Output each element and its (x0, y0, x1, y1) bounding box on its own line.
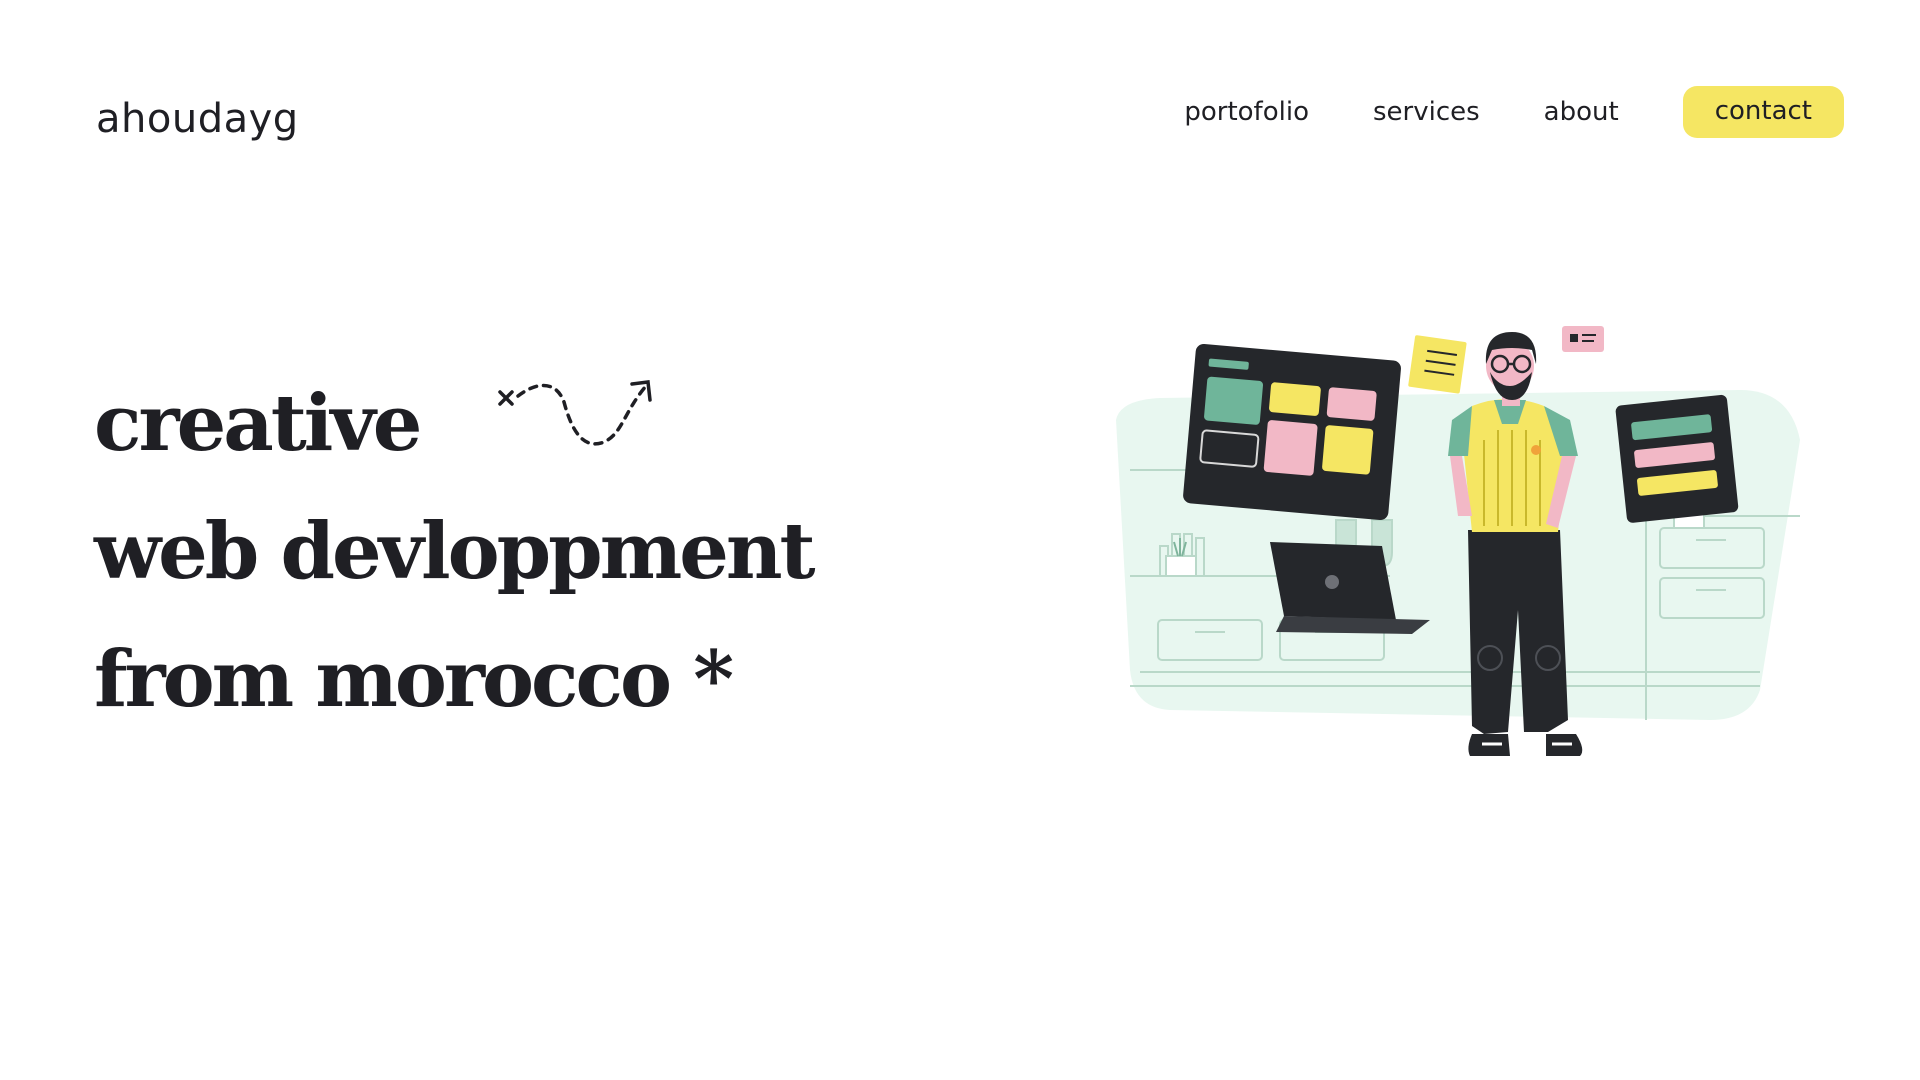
hero-line-3: from morocco * (94, 634, 734, 725)
nav-link-services[interactable]: services (1373, 97, 1480, 127)
main-nav: portofolio services about contact (1184, 86, 1844, 138)
hero-line-2: web devloppment (94, 506, 816, 597)
contact-button[interactable]: contact (1682, 86, 1844, 138)
hero-section: creative web devloppment from morocco * (94, 360, 816, 744)
site-logo[interactable]: ahoudayg (96, 96, 299, 142)
nav-link-portfolio[interactable]: portofolio (1184, 97, 1309, 127)
developer-illustration (1116, 326, 1800, 756)
hero-line-1: creative (94, 378, 422, 469)
dashed-arrow-icon (498, 380, 652, 446)
nav-link-about[interactable]: about (1544, 97, 1619, 127)
